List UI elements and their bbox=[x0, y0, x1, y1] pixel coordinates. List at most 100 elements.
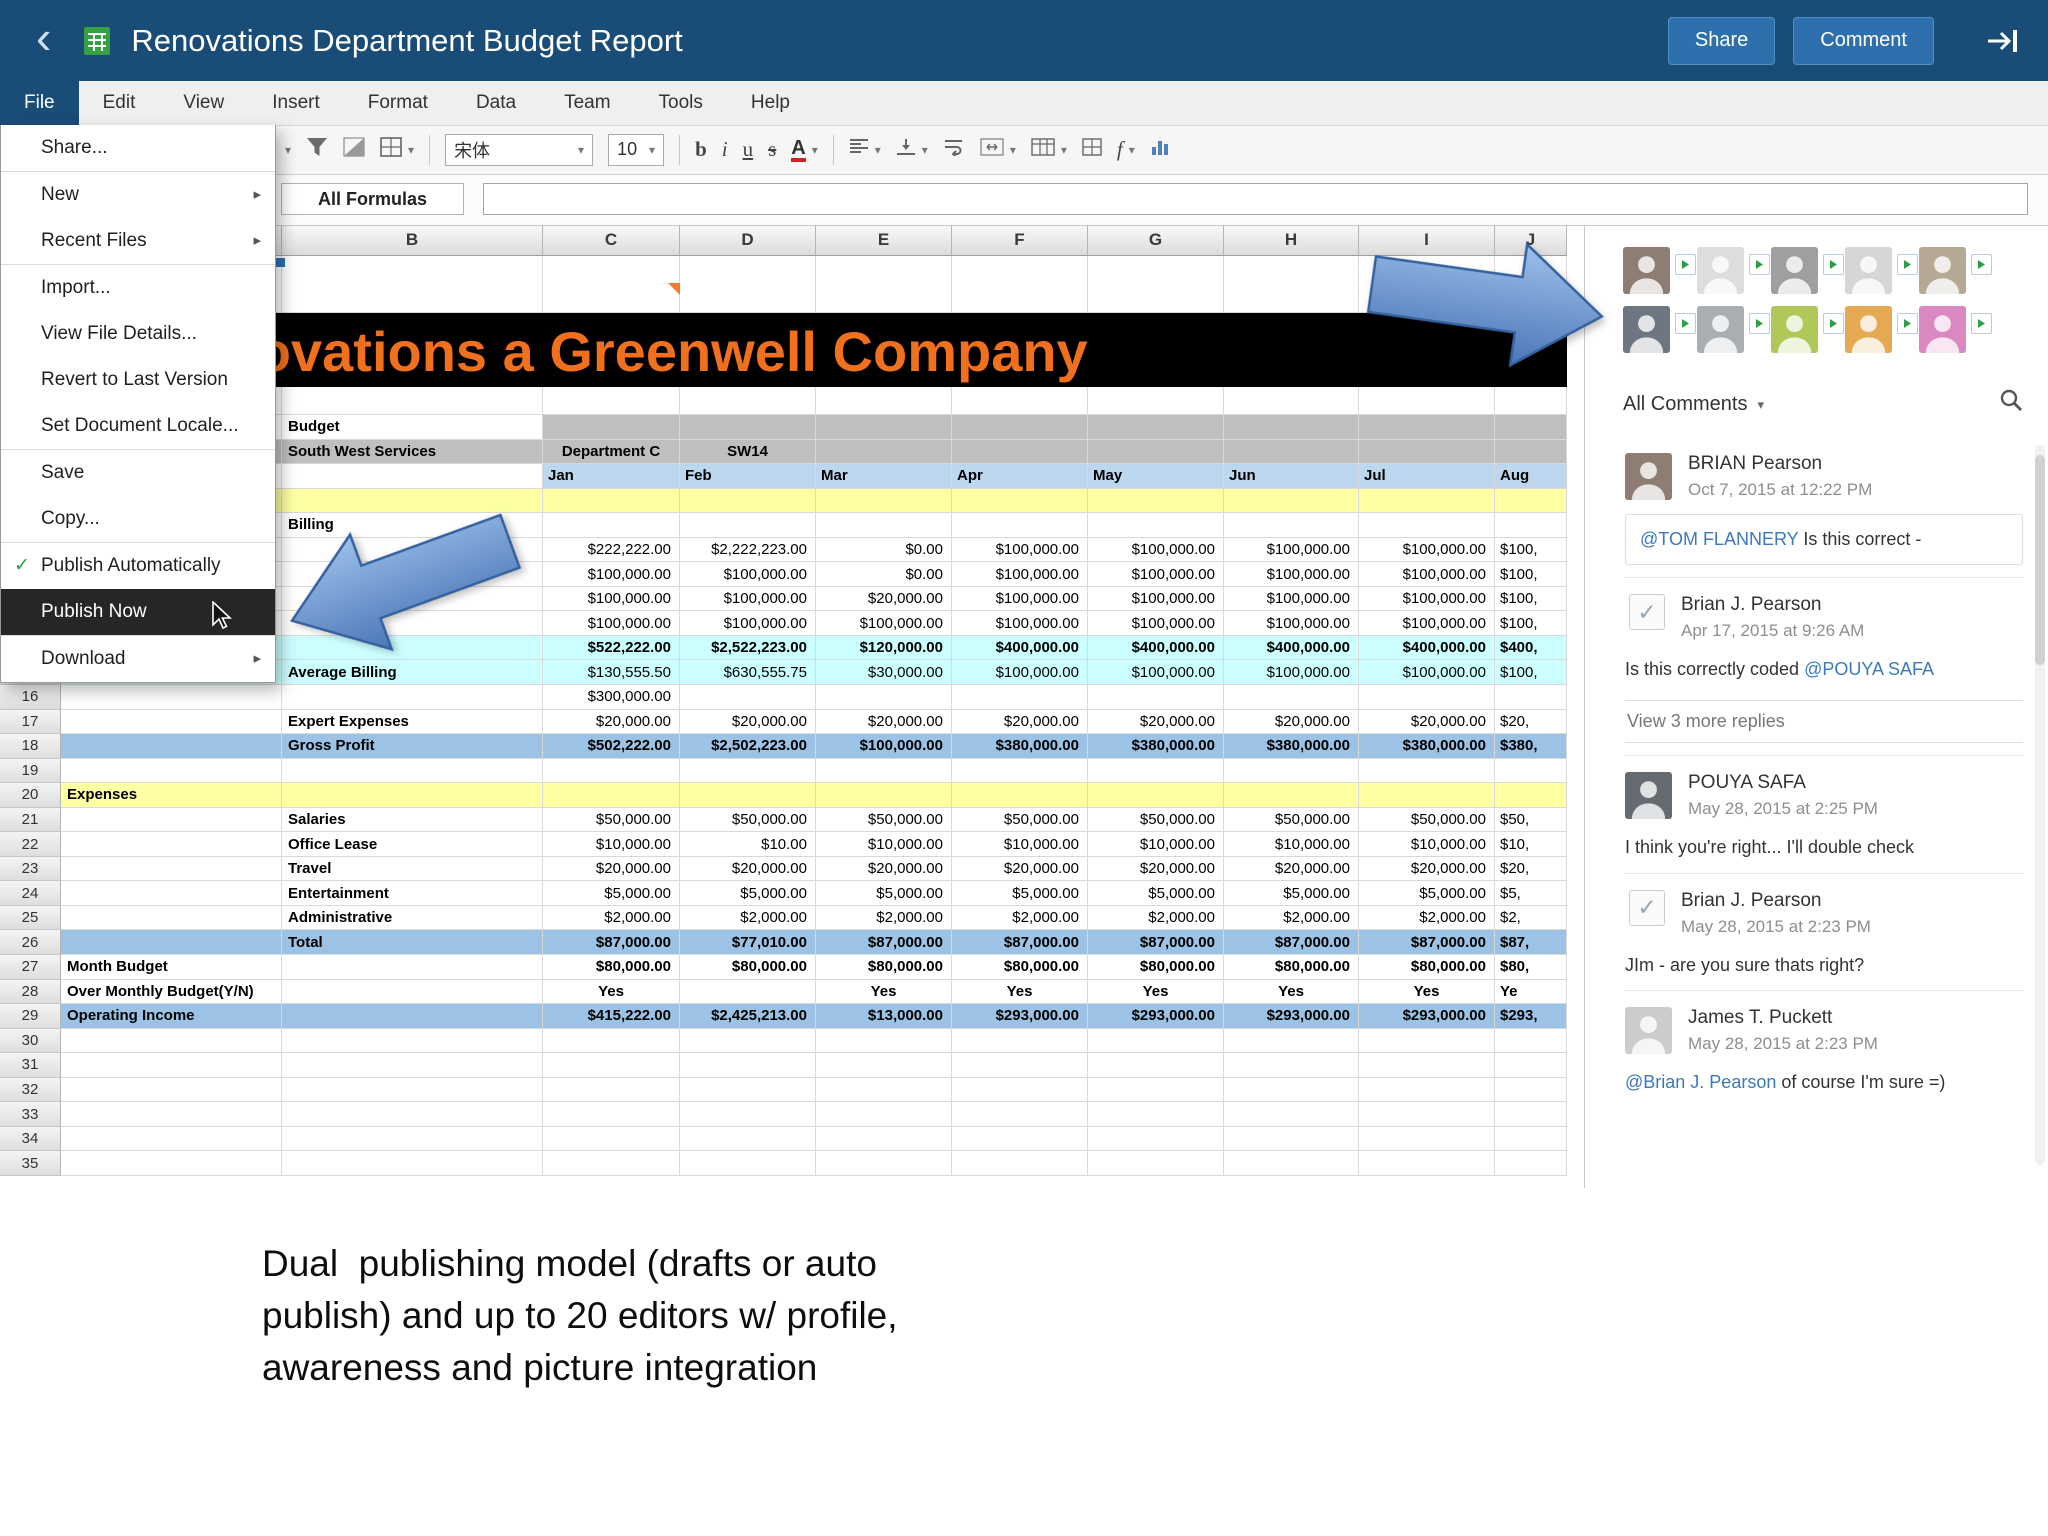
align-vertical-caret-icon[interactable]: ▾ bbox=[922, 143, 928, 157]
table-icon[interactable] bbox=[1031, 138, 1055, 161]
cell[interactable]: $2,000.00 bbox=[1359, 905, 1495, 931]
cell[interactable] bbox=[1224, 758, 1359, 784]
cell[interactable] bbox=[1088, 488, 1224, 514]
table-caret-icon[interactable]: ▾ bbox=[1061, 143, 1067, 157]
cell[interactable] bbox=[816, 513, 952, 538]
cell[interactable]: $100,000.00 bbox=[952, 586, 1088, 612]
row-header[interactable]: 22 bbox=[0, 832, 61, 857]
cell[interactable]: $380,000.00 bbox=[952, 734, 1088, 759]
cell[interactable] bbox=[1359, 488, 1495, 514]
cell[interactable] bbox=[61, 709, 282, 735]
file-menu-item-copy[interactable]: Copy... bbox=[1, 496, 275, 542]
cell[interactable]: $120,000.00 bbox=[816, 635, 952, 661]
cell[interactable]: $100,000.00 bbox=[1088, 586, 1224, 612]
cell[interactable] bbox=[282, 685, 543, 710]
cell[interactable] bbox=[61, 905, 282, 931]
avatar[interactable] bbox=[1845, 306, 1892, 353]
cell[interactable]: $30,000.00 bbox=[816, 660, 952, 686]
text-wrap-icon[interactable] bbox=[943, 138, 965, 161]
cell[interactable] bbox=[680, 783, 816, 808]
cell[interactable] bbox=[282, 1053, 543, 1078]
cell[interactable] bbox=[61, 1028, 282, 1054]
cell[interactable] bbox=[282, 758, 543, 784]
cell[interactable] bbox=[282, 979, 543, 1005]
cell[interactable] bbox=[1359, 1077, 1495, 1103]
cell[interactable] bbox=[1359, 1053, 1495, 1078]
merge-cells-icon[interactable] bbox=[980, 138, 1004, 161]
cell[interactable]: $0.00 bbox=[816, 537, 952, 563]
cell[interactable] bbox=[952, 1102, 1088, 1127]
cell[interactable] bbox=[680, 758, 816, 784]
cell[interactable]: SW14 bbox=[680, 439, 816, 465]
cell[interactable] bbox=[1495, 758, 1567, 784]
cell[interactable]: $87,000.00 bbox=[543, 930, 680, 956]
avatar[interactable] bbox=[1697, 247, 1744, 294]
cell[interactable]: $50,000.00 bbox=[816, 807, 952, 833]
cell[interactable]: $87,000.00 bbox=[816, 930, 952, 956]
cell[interactable]: $100,000.00 bbox=[680, 586, 816, 612]
cell[interactable] bbox=[61, 832, 282, 857]
formula-range-label[interactable]: All Formulas bbox=[281, 183, 464, 215]
cell[interactable] bbox=[952, 256, 1088, 313]
search-icon[interactable] bbox=[1998, 387, 2024, 418]
cell[interactable]: $400,000.00 bbox=[1224, 635, 1359, 661]
cell[interactable] bbox=[1224, 1077, 1359, 1103]
cell[interactable] bbox=[1359, 415, 1495, 440]
cell[interactable]: $2,425,213.00 bbox=[680, 1004, 816, 1029]
cell[interactable] bbox=[1359, 513, 1495, 538]
menu-help[interactable]: Help bbox=[727, 81, 814, 125]
cell[interactable] bbox=[61, 1151, 282, 1176]
cell[interactable] bbox=[680, 1077, 816, 1103]
cell[interactable] bbox=[816, 1151, 952, 1176]
cell[interactable] bbox=[952, 387, 1088, 415]
cell[interactable] bbox=[1088, 1102, 1224, 1127]
cell[interactable] bbox=[816, 1077, 952, 1103]
cell[interactable]: $20,000.00 bbox=[1224, 709, 1359, 735]
cell[interactable] bbox=[1224, 488, 1359, 514]
cell[interactable]: Entertainment bbox=[282, 881, 543, 906]
cell[interactable] bbox=[543, 1053, 680, 1078]
cell[interactable] bbox=[680, 1151, 816, 1176]
cell[interactable] bbox=[1359, 387, 1495, 415]
cell[interactable]: $20,000.00 bbox=[816, 586, 952, 612]
cell[interactable]: Apr bbox=[952, 464, 1088, 489]
cell[interactable] bbox=[1495, 439, 1567, 465]
cell[interactable] bbox=[543, 1077, 680, 1103]
cell[interactable] bbox=[952, 439, 1088, 465]
cell[interactable]: $50,000.00 bbox=[543, 807, 680, 833]
cell[interactable]: $100,000.00 bbox=[1088, 537, 1224, 563]
cell[interactable] bbox=[1088, 1028, 1224, 1054]
file-menu-item-publish-automatically[interactable]: ✓ Publish Automatically bbox=[1, 542, 275, 589]
align-horizontal-icon[interactable] bbox=[849, 138, 869, 161]
cell[interactable]: $100,000.00 bbox=[1224, 586, 1359, 612]
cell[interactable]: $10,000.00 bbox=[1224, 832, 1359, 857]
cell[interactable] bbox=[1495, 513, 1567, 538]
cell[interactable] bbox=[680, 387, 816, 415]
cell[interactable]: $20,000.00 bbox=[1088, 709, 1224, 735]
cell[interactable]: $293,000.00 bbox=[1359, 1004, 1495, 1029]
cell[interactable] bbox=[61, 807, 282, 833]
cell[interactable]: $87,000.00 bbox=[1359, 930, 1495, 956]
cell[interactable]: $100, bbox=[1495, 611, 1567, 636]
cell[interactable] bbox=[543, 758, 680, 784]
cell[interactable]: $400,000.00 bbox=[1359, 635, 1495, 661]
cell[interactable] bbox=[952, 1151, 1088, 1176]
cell[interactable] bbox=[61, 1053, 282, 1078]
cell[interactable] bbox=[952, 415, 1088, 440]
cell[interactable]: $80,000.00 bbox=[952, 955, 1088, 980]
file-menu-item-download[interactable]: Download ▸ bbox=[1, 635, 275, 682]
cell[interactable] bbox=[816, 1053, 952, 1078]
cell[interactable] bbox=[543, 1151, 680, 1176]
cell[interactable] bbox=[1088, 1126, 1224, 1152]
resolved-check-icon[interactable]: ✓ bbox=[1629, 889, 1665, 926]
cell[interactable]: $80,000.00 bbox=[816, 955, 952, 980]
cell[interactable]: Department C bbox=[543, 439, 680, 465]
cell[interactable] bbox=[952, 1126, 1088, 1152]
cell[interactable]: $20,000.00 bbox=[1224, 856, 1359, 882]
cell[interactable] bbox=[816, 758, 952, 784]
file-menu-item-revert-to-last-version[interactable]: Revert to Last Version bbox=[1, 357, 275, 403]
file-menu-item-set-document-locale[interactable]: Set Document Locale... bbox=[1, 403, 275, 449]
cell[interactable]: $100,000.00 bbox=[952, 537, 1088, 563]
cell[interactable] bbox=[543, 488, 680, 514]
avatar[interactable] bbox=[1625, 1006, 1672, 1054]
